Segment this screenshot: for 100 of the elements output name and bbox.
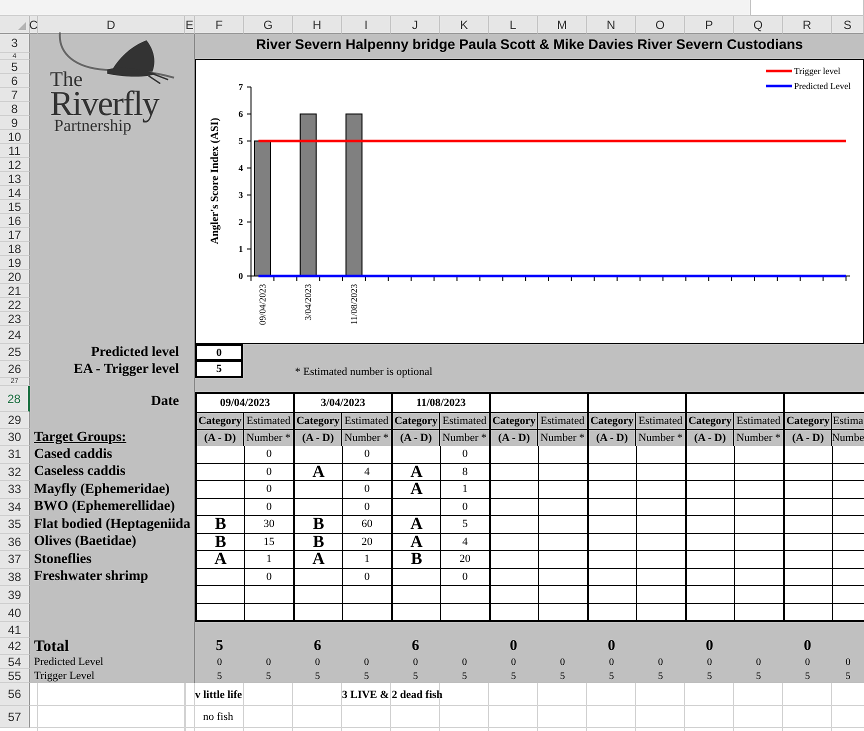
table-cell[interactable]: 0 xyxy=(342,498,391,516)
column-header[interactable]: C xyxy=(30,16,38,34)
table-cell[interactable] xyxy=(636,551,685,568)
table-cell[interactable]: A xyxy=(195,551,244,568)
table-cell[interactable] xyxy=(783,586,832,604)
row-header[interactable]: 40 xyxy=(0,604,30,622)
column-header[interactable]: G xyxy=(244,16,293,34)
table-cell[interactable]: 15 xyxy=(244,534,293,551)
table-cell[interactable] xyxy=(734,551,783,568)
table-cell[interactable] xyxy=(636,568,685,586)
table-cell[interactable]: A xyxy=(391,464,440,481)
table-cell[interactable] xyxy=(636,516,685,534)
row-header[interactable]: 17 xyxy=(0,228,30,242)
table-cell[interactable] xyxy=(293,604,342,622)
table-cell[interactable]: 5 xyxy=(440,516,489,534)
table-cell[interactable]: A xyxy=(391,534,440,551)
table-cell[interactable] xyxy=(685,534,734,551)
column-header[interactable]: R xyxy=(783,16,832,34)
table-cell[interactable] xyxy=(538,498,587,516)
table-cell[interactable]: A xyxy=(293,464,342,481)
column-header[interactable]: P xyxy=(685,16,734,34)
date-cell[interactable] xyxy=(783,392,864,412)
row-header[interactable]: 30 xyxy=(0,429,30,446)
table-cell[interactable] xyxy=(244,586,293,604)
row-header[interactable]: 20 xyxy=(0,270,30,284)
table-cell[interactable] xyxy=(685,568,734,586)
table-cell[interactable]: 0 xyxy=(244,498,293,516)
table-cell[interactable] xyxy=(489,516,538,534)
row-header[interactable]: 18 xyxy=(0,242,30,256)
table-cell[interactable]: 60 xyxy=(342,516,391,534)
row-header[interactable]: 38 xyxy=(0,568,30,586)
row-header[interactable]: 9 xyxy=(0,116,30,130)
table-cell[interactable] xyxy=(293,446,342,464)
table-cell[interactable]: 0 xyxy=(244,446,293,464)
row-header[interactable]: 34 xyxy=(0,498,30,516)
table-cell[interactable] xyxy=(391,498,440,516)
row-header[interactable]: 26 xyxy=(0,361,30,378)
table-cell[interactable] xyxy=(783,446,832,464)
table-cell[interactable] xyxy=(538,464,587,481)
table-cell[interactable] xyxy=(685,464,734,481)
table-cell[interactable]: 20 xyxy=(440,551,489,568)
row-header[interactable]: 36 xyxy=(0,534,30,551)
table-cell[interactable] xyxy=(538,481,587,498)
table-cell[interactable] xyxy=(734,464,783,481)
table-cell[interactable] xyxy=(832,568,864,586)
table-cell[interactable] xyxy=(342,586,391,604)
table-cell[interactable] xyxy=(587,534,636,551)
table-cell[interactable] xyxy=(734,604,783,622)
table-cell[interactable] xyxy=(587,481,636,498)
table-cell[interactable] xyxy=(783,498,832,516)
comment-text[interactable]: v little life xyxy=(195,688,242,700)
table-cell[interactable] xyxy=(489,568,538,586)
table-cell[interactable]: B xyxy=(391,551,440,568)
table-cell[interactable] xyxy=(391,604,440,622)
table-cell[interactable]: 0 xyxy=(342,568,391,586)
row-header[interactable]: 25 xyxy=(0,344,30,361)
row-header[interactable]: 22 xyxy=(0,298,30,312)
table-cell[interactable] xyxy=(636,604,685,622)
column-header[interactable]: S xyxy=(832,16,864,34)
table-cell[interactable]: 0 xyxy=(440,446,489,464)
table-cell[interactable] xyxy=(195,481,244,498)
table-cell[interactable]: 20 xyxy=(342,534,391,551)
column-header[interactable]: H xyxy=(293,16,342,34)
table-cell[interactable]: 0 xyxy=(244,464,293,481)
table-cell[interactable] xyxy=(832,498,864,516)
table-cell[interactable] xyxy=(783,568,832,586)
row-header[interactable]: 35 xyxy=(0,516,30,534)
table-cell[interactable] xyxy=(195,568,244,586)
table-cell[interactable]: 0 xyxy=(244,568,293,586)
table-cell[interactable] xyxy=(489,464,538,481)
date-cell[interactable]: 09/04/2023 xyxy=(195,392,293,412)
table-cell[interactable]: B xyxy=(195,534,244,551)
table-cell[interactable] xyxy=(195,446,244,464)
table-cell[interactable]: 0 xyxy=(244,481,293,498)
level-value-cell[interactable]: 5 xyxy=(195,361,243,378)
table-cell[interactable] xyxy=(685,498,734,516)
table-cell[interactable]: 1 xyxy=(342,551,391,568)
row-header[interactable]: 39 xyxy=(0,586,30,604)
row-header[interactable]: 31 xyxy=(0,446,30,464)
row-header[interactable]: 21 xyxy=(0,284,30,298)
table-cell[interactable] xyxy=(832,604,864,622)
column-header[interactable]: D xyxy=(38,16,185,34)
table-cell[interactable] xyxy=(440,604,489,622)
table-cell[interactable] xyxy=(195,498,244,516)
column-header[interactable]: L xyxy=(489,16,538,34)
table-cell[interactable] xyxy=(636,464,685,481)
table-cell[interactable]: B xyxy=(195,516,244,534)
table-cell[interactable] xyxy=(195,464,244,481)
table-cell[interactable] xyxy=(489,481,538,498)
table-cell[interactable] xyxy=(685,604,734,622)
table-cell[interactable] xyxy=(587,586,636,604)
date-cell[interactable]: 11/08/2023 xyxy=(391,392,489,412)
table-cell[interactable] xyxy=(636,498,685,516)
row-header[interactable]: 6 xyxy=(0,74,30,88)
column-header[interactable]: J xyxy=(391,16,440,34)
table-cell[interactable] xyxy=(734,446,783,464)
table-cell[interactable] xyxy=(440,586,489,604)
column-header[interactable]: Q xyxy=(734,16,783,34)
table-cell[interactable] xyxy=(636,481,685,498)
table-cell[interactable]: 8 xyxy=(440,464,489,481)
